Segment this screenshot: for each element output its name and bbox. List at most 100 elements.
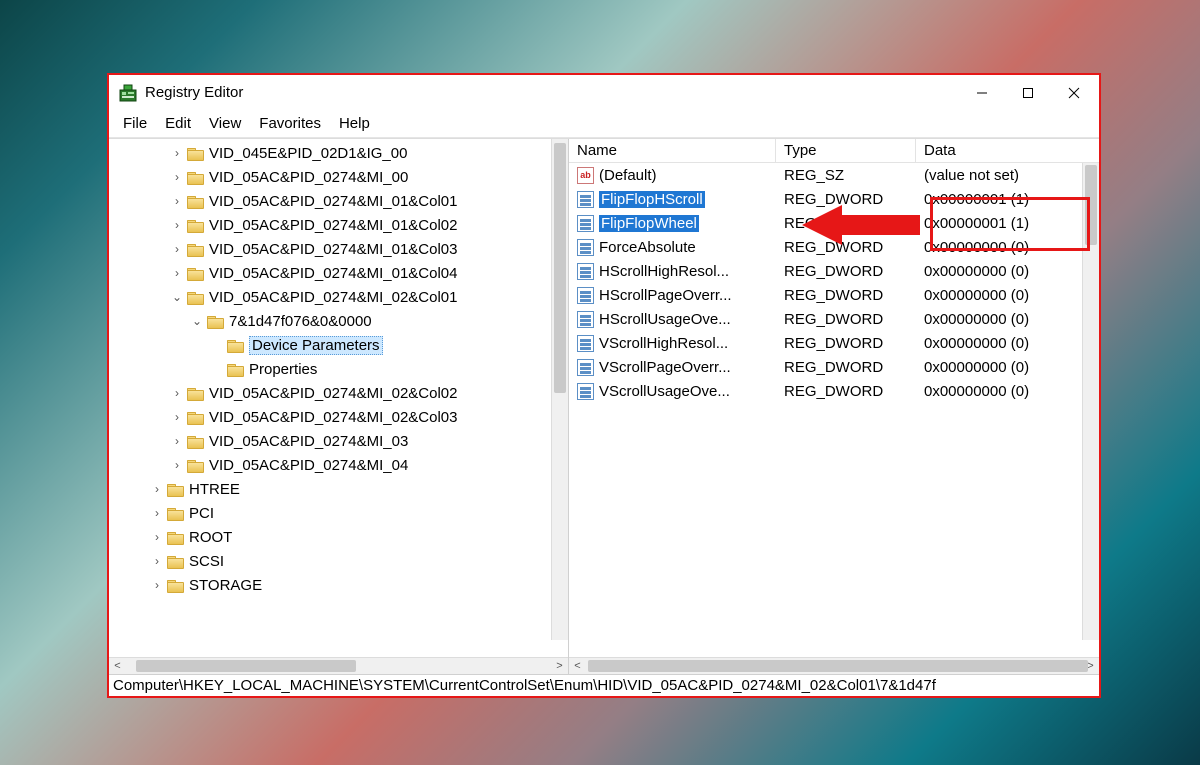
tree-item[interactable]: › SCSI (109, 549, 568, 573)
menubar[interactable]: File Edit View Favorites Help (109, 110, 1099, 138)
expand-icon[interactable]: › (169, 170, 185, 184)
menu-edit[interactable]: Edit (157, 113, 199, 134)
tree-item[interactable]: ⌄7&1d47f076&0&0000 (109, 309, 568, 333)
titlebar[interactable]: Registry Editor (109, 75, 1099, 110)
tree-item[interactable]: › VID_05AC&PID_0274&MI_00 (109, 165, 568, 189)
value-row[interactable]: VScrollHighResol...REG_DWORD0x00000000 (… (569, 331, 1099, 355)
col-header-data[interactable]: Data (916, 139, 1099, 162)
expand-icon[interactable]: › (149, 482, 165, 496)
close-button[interactable] (1051, 77, 1097, 109)
expand-icon[interactable]: › (169, 194, 185, 208)
expand-icon[interactable]: › (169, 458, 185, 472)
expand-icon[interactable]: › (149, 578, 165, 592)
value-data: 0x00000000 (0) (916, 383, 1099, 400)
tree-item-label: VID_05AC&PID_0274&MI_01&Col01 (209, 193, 457, 210)
col-header-name[interactable]: Name (569, 139, 776, 162)
value-name: FlipFlopHScroll (599, 191, 705, 208)
tree-item[interactable]: › VID_05AC&PID_0274&MI_04 (109, 453, 568, 477)
value-name: ForceAbsolute (599, 239, 696, 256)
tree-horizontal-scrollbar[interactable]: < > (109, 657, 568, 674)
menu-view[interactable]: View (201, 113, 249, 134)
expand-icon[interactable]: › (169, 266, 185, 280)
tree-item-label: VID_05AC&PID_0274&MI_00 (209, 169, 408, 186)
tree-item-label: VID_05AC&PID_0274&MI_03 (209, 433, 408, 450)
collapse-icon[interactable]: ⌄ (169, 290, 185, 304)
value-name: VScrollUsageOve... (599, 383, 730, 400)
tree-item[interactable]: ›PCI (109, 501, 568, 525)
menu-favorites[interactable]: Favorites (251, 113, 329, 134)
scroll-left-icon[interactable]: < (109, 660, 126, 672)
value-name: VScrollHighResol... (599, 335, 728, 352)
tree-item-label: VID_05AC&PID_0274&MI_01&Col02 (209, 217, 457, 234)
tree-item[interactable]: ›VID_045E&PID_02D1&IG_00 (109, 141, 568, 165)
folder-icon (187, 410, 204, 424)
folder-icon (187, 242, 204, 256)
tree-item[interactable]: ›VID_05AC&PID_0274&MI_02&Col02 (109, 381, 568, 405)
tree-item[interactable]: › STORAGE (109, 573, 568, 597)
tree-item[interactable]: Properties (109, 357, 568, 381)
tree-item[interactable]: ⌄VID_05AC&PID_0274&MI_02&Col01 (109, 285, 568, 309)
maximize-button[interactable] (1005, 77, 1051, 109)
list-horizontal-scrollbar[interactable]: < > (569, 657, 1099, 674)
tree-vertical-scrollbar[interactable] (551, 139, 568, 640)
reg-dword-icon (577, 263, 594, 280)
expand-icon[interactable]: › (169, 242, 185, 256)
value-name: HScrollPageOverr... (599, 287, 732, 304)
value-row[interactable]: VScrollPageOverr...REG_DWORD0x00000000 (… (569, 355, 1099, 379)
value-data: 0x00000000 (0) (916, 335, 1099, 352)
tree-item-label: VID_05AC&PID_0274&MI_01&Col03 (209, 241, 457, 258)
tree-item[interactable]: › VID_05AC&PID_0274&MI_01&Col04 (109, 261, 568, 285)
value-row[interactable]: HScrollHighResol...REG_DWORD0x00000000 (… (569, 259, 1099, 283)
reg-dword-icon (577, 311, 594, 328)
column-headers[interactable]: Name Type Data (569, 139, 1099, 163)
value-name: (Default) (599, 167, 657, 184)
tree-item-label: SCSI (189, 553, 224, 570)
menu-help[interactable]: Help (331, 113, 378, 134)
tree-item[interactable]: › VID_05AC&PID_0274&MI_02&Col03 (109, 405, 568, 429)
tree-item[interactable]: ›HTREE (109, 477, 568, 501)
value-row[interactable]: VScrollUsageOve...REG_DWORD0x00000000 (0… (569, 379, 1099, 403)
collapse-icon[interactable]: ⌄ (189, 314, 205, 328)
scroll-right-icon[interactable]: > (551, 660, 568, 672)
tree-item-label: STORAGE (189, 577, 262, 594)
tree-item[interactable]: › VID_05AC&PID_0274&MI_01&Col02 (109, 213, 568, 237)
value-row[interactable]: HScrollUsageOve...REG_DWORD0x00000000 (0… (569, 307, 1099, 331)
folder-icon (187, 266, 204, 280)
tree-item[interactable]: › VID_05AC&PID_0274&MI_03 (109, 429, 568, 453)
menu-file[interactable]: File (115, 113, 155, 134)
col-header-type[interactable]: Type (776, 139, 916, 162)
expand-icon[interactable]: › (149, 506, 165, 520)
tree-item[interactable]: ›ROOT (109, 525, 568, 549)
folder-icon (167, 530, 184, 544)
value-row[interactable]: HScrollPageOverr...REG_DWORD0x00000000 (… (569, 283, 1099, 307)
value-type: REG_SZ (776, 167, 916, 184)
registry-tree[interactable]: ›VID_045E&PID_02D1&IG_00›VID_05AC&PID_02… (109, 139, 568, 599)
folder-icon (187, 146, 204, 160)
tree-item-label: VID_05AC&PID_0274&MI_04 (209, 457, 408, 474)
annotation-highlight-box (930, 197, 1090, 251)
tree-item[interactable]: Device Parameters (109, 333, 568, 357)
scroll-left-icon[interactable]: < (569, 660, 586, 672)
value-data: 0x00000000 (0) (916, 359, 1099, 376)
folder-icon (187, 434, 204, 448)
value-type: REG_DWORD (776, 359, 916, 376)
expand-icon[interactable]: › (169, 146, 185, 160)
expand-icon[interactable]: › (169, 386, 185, 400)
minimize-button[interactable] (959, 77, 1005, 109)
reg-string-icon (577, 167, 594, 184)
tree-item-label: VID_05AC&PID_0274&MI_02&Col03 (209, 409, 457, 426)
expand-icon[interactable]: › (149, 554, 165, 568)
tree-item[interactable]: › VID_05AC&PID_0274&MI_01&Col03 (109, 237, 568, 261)
expand-icon[interactable]: › (169, 218, 185, 232)
tree-pane: ›VID_045E&PID_02D1&IG_00›VID_05AC&PID_02… (109, 139, 569, 674)
expand-icon[interactable]: › (149, 530, 165, 544)
expand-icon[interactable]: › (169, 410, 185, 424)
tree-item-label: VID_05AC&PID_0274&MI_01&Col04 (209, 265, 457, 282)
folder-icon (167, 482, 184, 496)
value-row[interactable]: (Default)REG_SZ(value not set) (569, 163, 1099, 187)
tree-item[interactable]: › VID_05AC&PID_0274&MI_01&Col01 (109, 189, 568, 213)
folder-icon (187, 386, 204, 400)
expand-icon[interactable]: › (169, 434, 185, 448)
value-name: HScrollHighResol... (599, 263, 729, 280)
value-data: 0x00000000 (0) (916, 311, 1099, 328)
